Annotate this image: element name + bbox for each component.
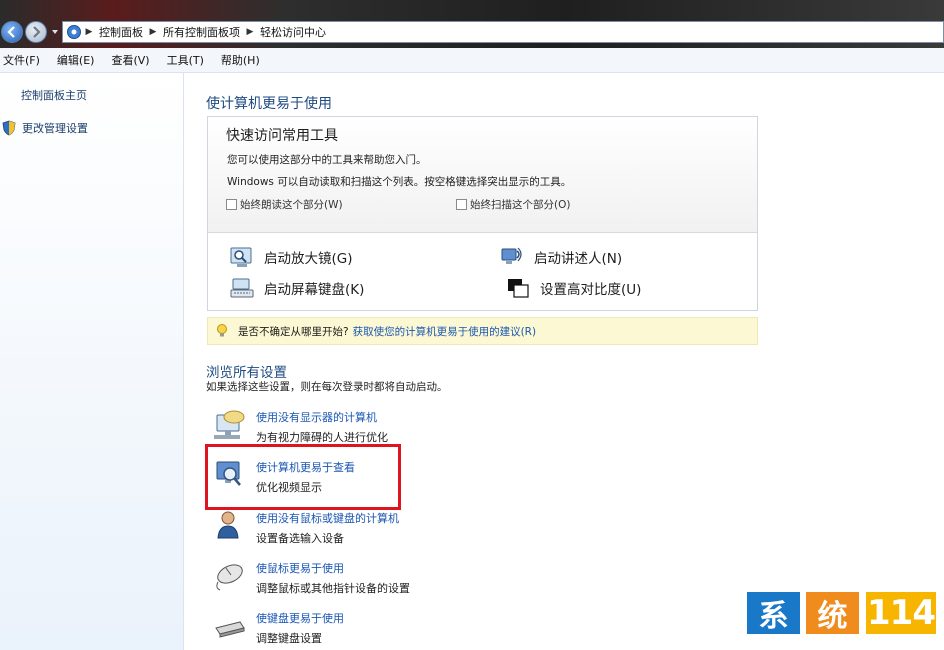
forward-arrow-icon — [33, 26, 41, 38]
mouse-icon — [216, 564, 243, 591]
tool-high-contrast-label: 设置高对比度(U) — [540, 282, 642, 298]
page-title: 使计算机更易于使用 — [206, 96, 332, 112]
menu-file[interactable]: 文件(F) — [0, 52, 48, 68]
keyboard-device-icon — [215, 621, 245, 638]
lightbulb-icon — [217, 324, 227, 337]
checkbox-label: 始终扫描这个部分(O) — [470, 199, 571, 211]
breadcrumb-item-control-panel[interactable]: 控制面板 — [96, 24, 146, 40]
checkbox-box[interactable] — [226, 199, 237, 210]
narrator-icon — [501, 247, 522, 264]
tool-magnifier-label: 启动放大镜(G) — [264, 251, 353, 267]
person-icon — [217, 511, 239, 539]
menu-tools[interactable]: 工具(T) — [164, 52, 212, 68]
menu-help[interactable]: 帮助(H) — [218, 52, 268, 68]
watermark-logo-tile: 系 — [747, 592, 800, 634]
setting-link[interactable]: 使用没有显示器的计算机 — [256, 409, 377, 425]
keyboard-icon — [230, 278, 254, 298]
setting-link[interactable]: 使用没有鼠标或键盘的计算机 — [256, 510, 399, 526]
watermark-logo-tile: 114 — [866, 592, 936, 634]
checkbox-box[interactable] — [456, 199, 467, 210]
breadcrumb-separator: ▶ — [85, 27, 93, 37]
checkbox-always-scan[interactable]: 始终扫描这个部分(O) — [456, 197, 570, 212]
setting-link[interactable]: 使鼠标更易于使用 — [256, 560, 344, 576]
menu-edit[interactable]: 编辑(E) — [54, 52, 103, 68]
back-button[interactable] — [1, 21, 23, 43]
breadcrumb-item-ease-of-access[interactable]: 轻松访问中心 — [257, 24, 329, 40]
uac-shield-icon — [2, 120, 16, 136]
tip-recommendations-link[interactable]: 获取使您的计算机更易于使用的建议(R) — [353, 324, 537, 339]
checkbox-always-read[interactable]: 始终朗读这个部分(W) — [226, 197, 343, 212]
quick-access-panel: 快速访问常用工具 您可以使用这部分中的工具来帮助您入门。 Windows 可以自… — [207, 116, 758, 311]
monitor-speech-icon — [214, 410, 245, 439]
history-dropdown-icon[interactable] — [50, 27, 60, 37]
breadcrumb-separator: ▶ — [149, 27, 157, 37]
forward-button[interactable] — [25, 21, 47, 43]
tool-on-screen-keyboard[interactable]: 启动屏幕键盘(K) — [230, 277, 364, 299]
control-panel-icon — [67, 25, 81, 39]
tool-high-contrast[interactable]: 设置高对比度(U) — [506, 277, 641, 299]
setting-desc: 设置备选输入设备 — [256, 532, 344, 545]
sidebar-admin-label: 更改管理设置 — [22, 122, 88, 135]
quick-access-desc-scan: Windows 可以自动读取和扫描这个列表。按空格键选择突出显示的工具。 — [227, 176, 572, 188]
checkbox-label: 始终朗读这个部分(W) — [240, 199, 343, 211]
tool-narrator[interactable]: 启动讲述人(N) — [500, 246, 622, 268]
back-arrow-icon — [7, 26, 15, 38]
setting-desc: 为有视力障碍的人进行优化 — [256, 431, 388, 444]
browse-section-desc: 如果选择这些设置，则在每次登录时都将自动启动。 — [206, 381, 448, 393]
tool-magnifier[interactable]: 启动放大镜(G) — [230, 246, 353, 268]
browse-section-title: 浏览所有设置 — [206, 365, 287, 381]
setting-item-keyboard[interactable]: 使键盘更易于使用 调整键盘设置 — [214, 610, 634, 650]
quick-access-title: 快速访问常用工具 — [226, 128, 338, 144]
address-bar: ▶ 控制面板 ▶ 所有控制面板项 ▶ 轻松访问中心 — [0, 0, 944, 48]
sidebar-link-home[interactable]: 控制面板主页 — [21, 87, 87, 103]
tip-question: 是否不确定从哪里开始? — [238, 325, 349, 338]
breadcrumb-separator: ▶ — [246, 27, 254, 37]
quick-access-header: 快速访问常用工具 您可以使用这部分中的工具来帮助您入门。 Windows 可以自… — [208, 117, 757, 233]
menu-view[interactable]: 查看(V) — [108, 52, 157, 68]
sidebar: 控制面板主页 更改管理设置 — [0, 73, 184, 650]
setting-desc: 调整鼠标或其他指针设备的设置 — [256, 582, 410, 595]
highlight-box — [205, 444, 401, 510]
setting-desc: 调整键盘设置 — [256, 632, 322, 645]
magnifier-icon — [230, 247, 252, 267]
breadcrumb[interactable]: ▶ 控制面板 ▶ 所有控制面板项 ▶ 轻松访问中心 — [62, 21, 944, 43]
tool-narrator-label: 启动讲述人(N) — [534, 251, 623, 267]
tip-bar: 是否不确定从哪里开始? 获取使您的计算机更易于使用的建议(R) — [207, 317, 758, 345]
tool-osk-label: 启动屏幕键盘(K) — [264, 282, 365, 298]
setting-item-mouse[interactable]: 使鼠标更易于使用 调整鼠标或其他指针设备的设置 — [214, 560, 634, 606]
menu-bar: 文件(F) 编辑(E) 查看(V) 工具(T) 帮助(H) — [0, 48, 944, 73]
quick-access-desc: 您可以使用这部分中的工具来帮助您入门。 — [227, 154, 427, 166]
high-contrast-icon — [508, 279, 529, 298]
breadcrumb-item-all-items[interactable]: 所有控制面板项 — [160, 24, 243, 40]
setting-link[interactable]: 使键盘更易于使用 — [256, 610, 344, 626]
sidebar-link-admin[interactable]: 更改管理设置 — [2, 120, 88, 136]
setting-item-no-mouse-keyboard[interactable]: 使用没有鼠标或键盘的计算机 设置备选输入设备 — [214, 510, 634, 556]
watermark-logo-tile: 统 — [806, 592, 859, 634]
